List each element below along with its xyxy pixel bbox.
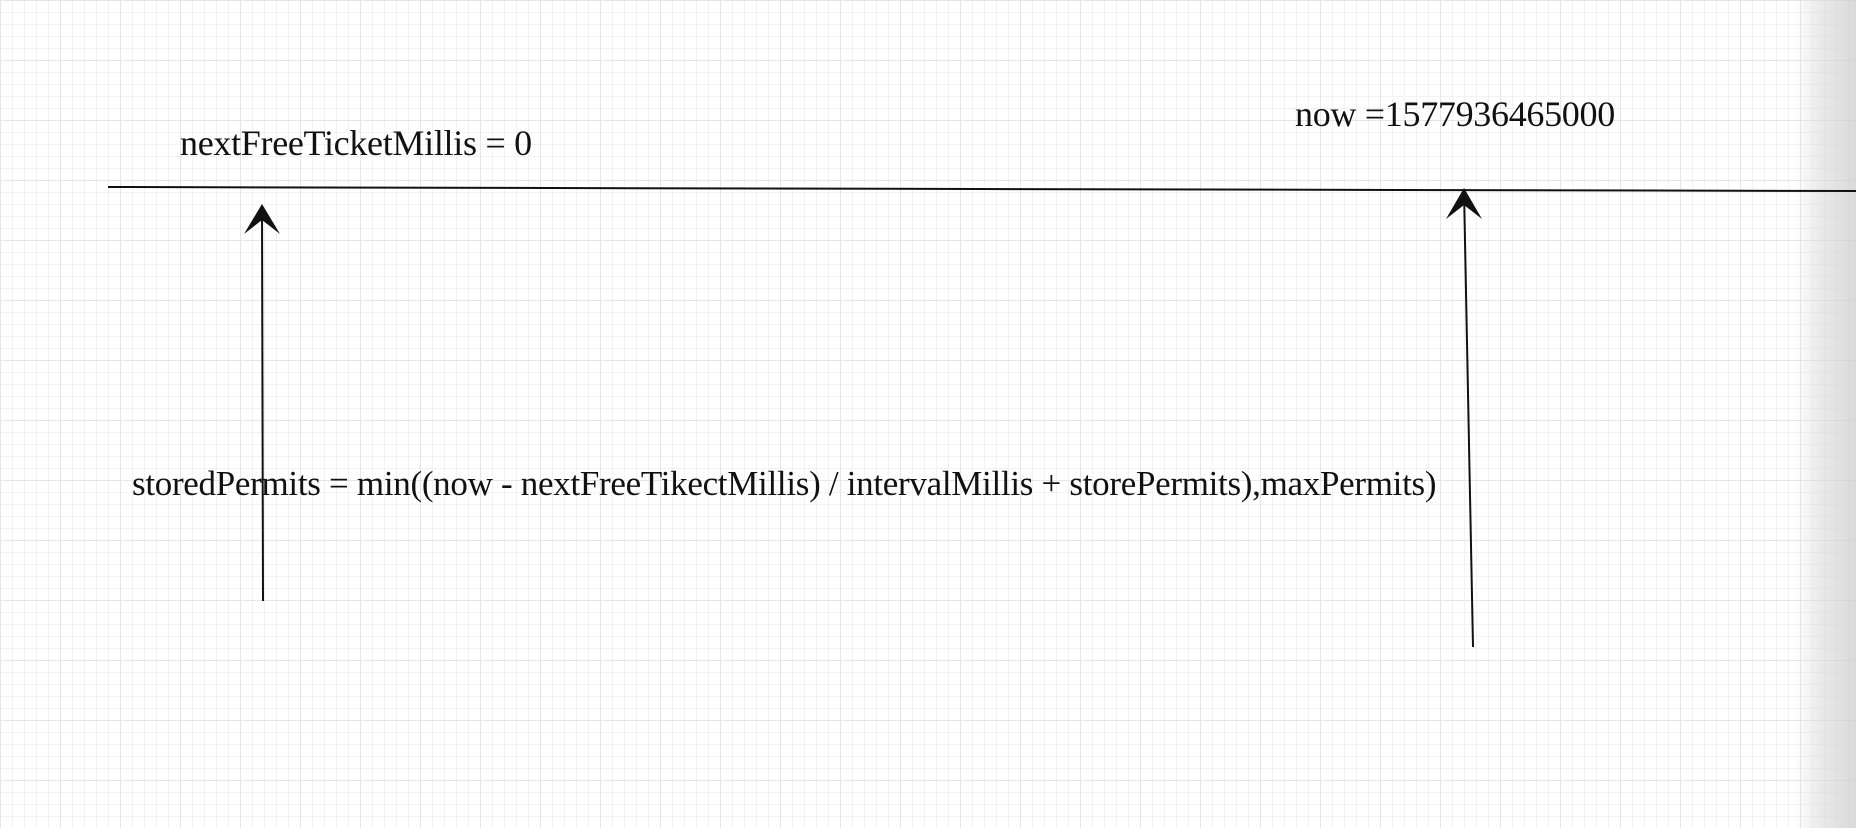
stored-permits-formula: storedPermits = min((now - nextFreeTikec… <box>132 464 1437 503</box>
next-free-ticket-label: nextFreeTicketMillis = 0 <box>180 123 532 163</box>
now-label: now =1577936465000 <box>1295 94 1615 134</box>
now-arrow <box>1446 188 1482 648</box>
timeline-axis <box>107 186 1856 192</box>
next-free-ticket-arrow <box>244 204 280 602</box>
